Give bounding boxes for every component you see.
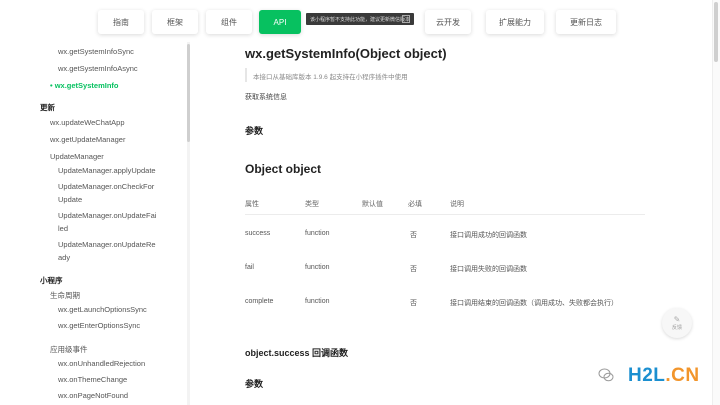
- page-title: wx.getSystemInfo(Object object): [245, 46, 447, 61]
- sidebar-item-cont[interactable]: Update: [58, 195, 82, 204]
- tooltip-text: 该小程序暂不支持此功能，建议更新微信版本: [310, 16, 411, 23]
- sidebar-item[interactable]: wx.getLaunchOptionsSync: [58, 305, 147, 314]
- table-cell: 接口调用结束的回调函数（调用成功、失败都会执行）: [450, 300, 618, 307]
- tab-extensions[interactable]: 扩展能力: [486, 10, 544, 34]
- watermark-logo: H2L.CN: [628, 366, 700, 385]
- sidebar-item-active[interactable]: • wx.getSystemInfo: [50, 81, 118, 90]
- sidebar-item[interactable]: wx.getSystemInfoAsync: [58, 64, 138, 73]
- sidebar-item[interactable]: wx.updateWeChatApp: [50, 118, 125, 127]
- sidebar-item[interactable]: UpdateManager.onUpdateFai: [58, 211, 156, 220]
- page-description: 获取系统信息: [245, 94, 287, 101]
- table-cell: function: [305, 298, 330, 305]
- brand-part1: H2L: [628, 365, 666, 386]
- sidebar-item[interactable]: UpdateManager.onUpdateRe: [58, 240, 156, 249]
- table-header-type: 类型: [305, 201, 319, 208]
- tab-api[interactable]: API: [259, 10, 301, 34]
- table-cell: fail: [245, 264, 254, 271]
- section-heading-params-2: 参数: [245, 379, 264, 389]
- tab-components[interactable]: 组件: [206, 10, 252, 34]
- tab-guide[interactable]: 指南: [98, 10, 144, 34]
- sidebar-item[interactable]: UpdateManager: [50, 152, 104, 161]
- unsupported-tooltip: 该小程序暂不支持此功能，建议更新微信版本: [306, 13, 414, 25]
- table-header-default: 默认值: [362, 201, 383, 208]
- table-cell: function: [305, 230, 330, 237]
- sidebar-scrollbar-thumb[interactable]: [187, 44, 190, 142]
- tab-changelog[interactable]: 更新日志: [556, 10, 616, 34]
- brand-part2: .CN: [665, 365, 700, 386]
- tab-cloud-dev[interactable]: 云开发: [425, 10, 471, 34]
- sidebar-item-cont[interactable]: ady: [58, 253, 70, 262]
- table-header-description: 说明: [450, 201, 464, 208]
- sidebar-item-cont[interactable]: led: [58, 224, 68, 233]
- sidebar-group: 小程序: [40, 276, 63, 285]
- feedback-button[interactable]: ✎ 反馈: [662, 308, 692, 338]
- table-cell: 否: [410, 266, 417, 273]
- close-icon[interactable]: [402, 15, 410, 23]
- table-header-required: 必填: [408, 201, 422, 208]
- table-divider: [245, 214, 645, 215]
- sidebar-item-label: wx.getSystemInfo: [54, 81, 119, 90]
- table-cell: 接口调用成功的回调函数: [450, 232, 527, 239]
- sidebar-item[interactable]: wx.getUpdateManager: [50, 135, 125, 144]
- sidebar-item[interactable]: wx.getEnterOptionsSync: [58, 321, 140, 330]
- version-note: 本接口从基础库版本 1.9.6 起支持在小程序插件中使用: [253, 74, 408, 81]
- sidebar-item[interactable]: UpdateManager.applyUpdate: [58, 166, 156, 175]
- wechat-icon: [598, 368, 614, 382]
- table-header-property: 属性: [245, 201, 259, 208]
- page-scrollbar-thumb[interactable]: [714, 2, 718, 62]
- sidebar-item[interactable]: wx.onPageNotFound: [58, 391, 128, 400]
- sidebar-item[interactable]: 应用级事件: [50, 344, 88, 355]
- sidebar-item[interactable]: wx.onUnhandledRejection: [58, 359, 145, 368]
- table-cell: success: [245, 230, 271, 237]
- sidebar-item[interactable]: 生命周期: [50, 290, 80, 301]
- tab-framework[interactable]: 框架: [152, 10, 198, 34]
- feedback-icon: ✎: [673, 314, 681, 324]
- sidebar-item[interactable]: wx.getSystemInfoSync: [58, 47, 134, 56]
- sidebar-item[interactable]: UpdateManager.onCheckFor: [58, 182, 154, 191]
- section-heading-params: 参数: [245, 126, 264, 136]
- table-cell: function: [305, 264, 330, 271]
- section-heading-object: Object object: [245, 162, 322, 176]
- api-sidebar: wx.getSystemInfoSync wx.getSystemInfoAsy…: [0, 42, 192, 405]
- feedback-label: 反馈: [671, 324, 682, 331]
- table-cell: 接口调用失败的回调函数: [450, 266, 527, 273]
- sidebar-item[interactable]: wx.onThemeChange: [58, 375, 127, 384]
- top-navigation: 指南 框架 组件 API 该小程序暂不支持此功能，建议更新微信版本 云开发 扩展…: [0, 0, 720, 42]
- table-cell: 否: [410, 232, 417, 239]
- doc-content: wx.getSystemInfo(Object object) 本接口从基础库版…: [192, 42, 712, 405]
- sidebar-group: 更新: [40, 103, 55, 112]
- table-cell: 否: [410, 300, 417, 307]
- section-heading-success: object.success 回调函数: [245, 348, 349, 358]
- table-cell: complete: [245, 298, 274, 305]
